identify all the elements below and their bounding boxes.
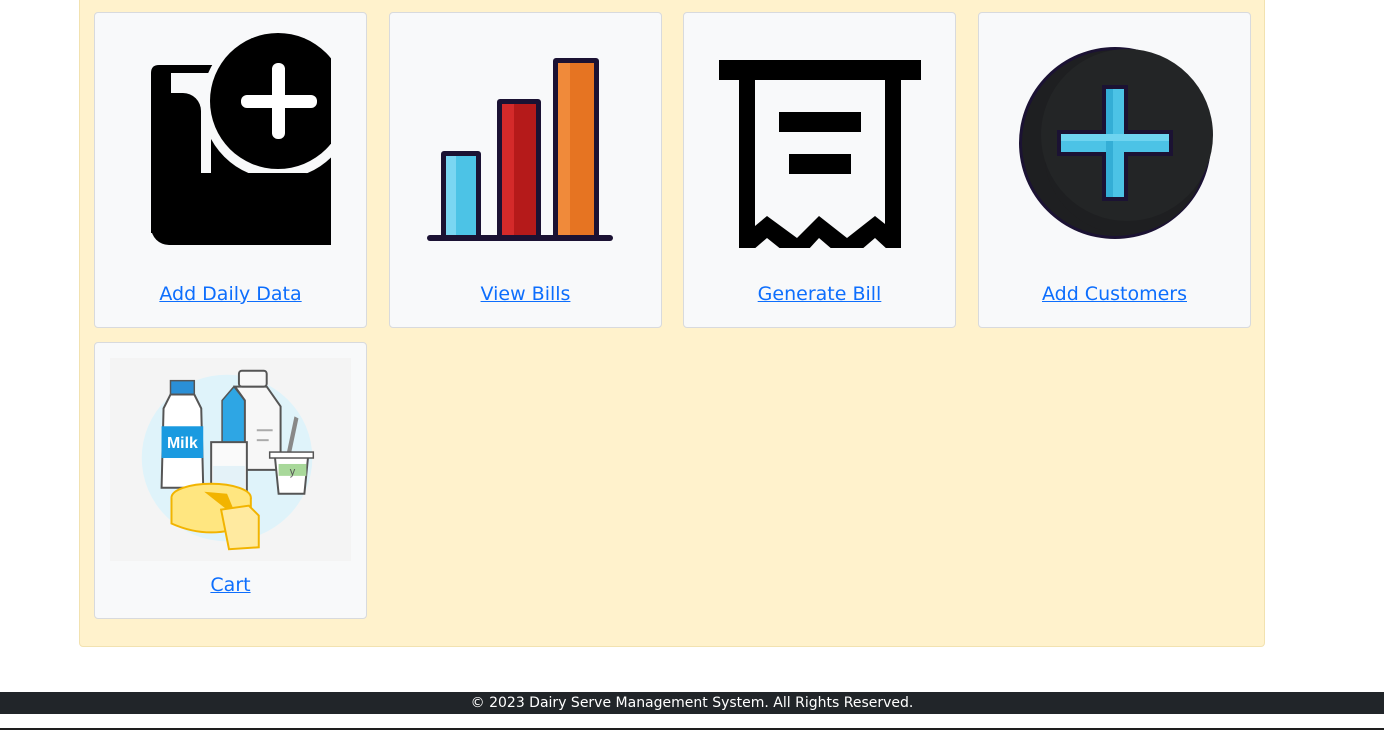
database-add-icon xyxy=(95,13,366,273)
receipt-icon xyxy=(684,13,955,273)
generate-bill-link[interactable]: Generate Bill xyxy=(684,283,955,305)
add-daily-data-link[interactable]: Add Daily Data xyxy=(95,283,366,305)
copyright-text: © 2023 Dairy Serve Management System. Al… xyxy=(470,695,914,711)
card-view-bills[interactable]: View Bills xyxy=(389,12,662,328)
milk-label: Milk xyxy=(167,435,198,452)
bar-chart-icon xyxy=(390,13,661,273)
view-bills-link[interactable]: View Bills xyxy=(390,283,661,305)
card-add-daily-data[interactable]: Add Daily Data xyxy=(94,12,367,328)
cart-link[interactable]: Cart xyxy=(95,574,366,596)
card-add-customers[interactable]: Add Customers xyxy=(978,12,1251,328)
yogurt-label: y xyxy=(290,466,296,478)
plus-circle-icon xyxy=(979,13,1250,273)
dairy-products-icon: Milk y xyxy=(110,358,351,561)
footer: © 2023 Dairy Serve Management System. Al… xyxy=(0,692,1384,714)
card-cart[interactable]: Milk y Cart xyxy=(94,342,367,619)
card-generate-bill[interactable]: Generate Bill xyxy=(683,12,956,328)
add-customers-link[interactable]: Add Customers xyxy=(979,283,1250,305)
